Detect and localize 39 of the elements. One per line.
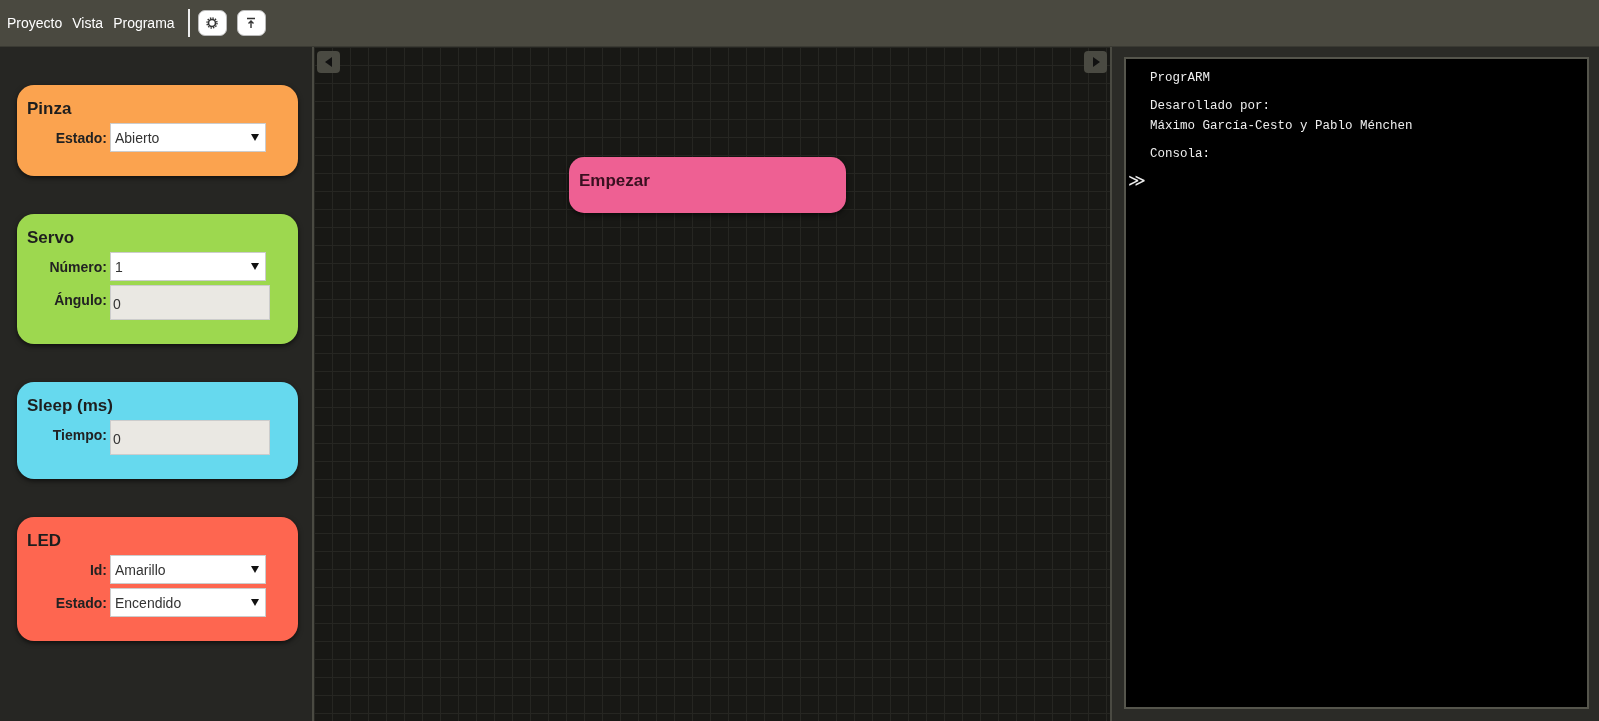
dropdown-arrow-icon — [251, 566, 259, 573]
menu-item[interactable]: Programa — [113, 15, 175, 31]
block-card[interactable]: LED Id: Amarillo Estado: Encendido — [17, 517, 298, 641]
menu-item[interactable]: Proyecto — [7, 15, 63, 31]
console-text: Máximo García-Cesto y Pablo Ménchen — [1149, 118, 1414, 135]
field-label: Ángulo: — [53, 291, 107, 308]
settings-icon — [206, 17, 219, 29]
block-title: LED — [27, 531, 62, 551]
upload-button[interactable] — [236, 10, 266, 36]
upload-icon — [246, 17, 257, 29]
input-field[interactable]: 0 — [110, 420, 270, 455]
block-title: Pinza — [27, 99, 73, 119]
dropdown[interactable]: Abierto — [110, 123, 266, 152]
console-text: Consola: — [1149, 146, 1211, 163]
field-label: Estado: — [54, 129, 107, 146]
field-label: Estado: — [54, 594, 107, 611]
left-arrow-icon — [324, 57, 333, 67]
dropdown-arrow-icon — [251, 599, 259, 606]
field-label: Id: — [88, 561, 107, 578]
input-field[interactable]: 0 — [110, 285, 270, 320]
menu-item[interactable]: Vista — [72, 15, 104, 31]
block-title: Servo — [27, 228, 76, 248]
console-prompt[interactable]: ≫ — [1128, 170, 1146, 191]
dropdown[interactable]: 1 — [110, 252, 266, 281]
console-text: Desarollado por: — [1149, 98, 1272, 115]
block-card[interactable]: Pinza Estado: Abierto — [17, 85, 298, 176]
block-title: Sleep (ms) — [27, 396, 114, 416]
console-text: ProgrARM — [1149, 70, 1211, 87]
block-node[interactable]: Empezar — [569, 157, 846, 213]
dropdown[interactable]: Encendido — [110, 588, 266, 617]
field-label: Tiempo: — [51, 426, 107, 443]
block-card[interactable]: Servo Número: 1 Ángulo: 0 — [17, 214, 298, 344]
dropdown[interactable]: Amarillo — [110, 555, 266, 584]
settings-button[interactable] — [197, 10, 227, 36]
dropdown-arrow-icon — [251, 134, 259, 141]
dropdown-arrow-icon — [251, 263, 259, 270]
field-label: Número: — [48, 258, 107, 275]
block-card[interactable]: Sleep (ms) Tiempo: 0 — [17, 382, 298, 479]
right-arrow-icon — [1091, 57, 1100, 67]
